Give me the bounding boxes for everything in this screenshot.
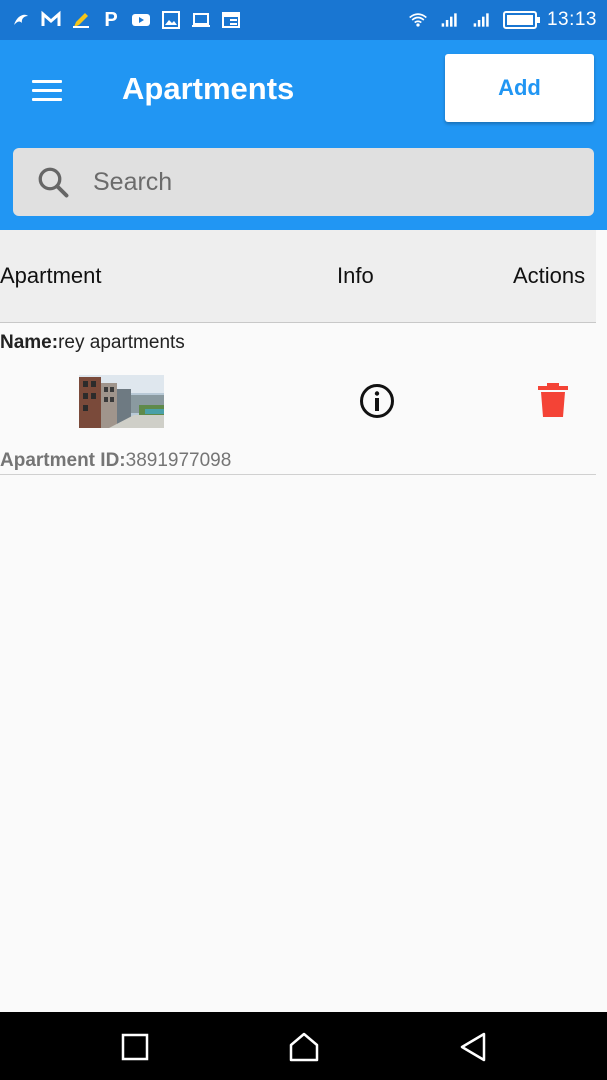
laptop-icon xyxy=(190,9,212,31)
search-icon xyxy=(38,167,69,198)
info-icon[interactable] xyxy=(358,382,396,420)
add-button[interactable]: Add xyxy=(445,54,594,122)
home-icon[interactable] xyxy=(287,1030,321,1064)
apartment-thumbnail[interactable] xyxy=(79,375,164,428)
apartment-id-value: 3891977098 xyxy=(125,450,232,471)
status-time: 13:13 xyxy=(546,9,597,30)
recents-icon[interactable] xyxy=(118,1030,152,1064)
swift-icon xyxy=(10,9,32,31)
column-header-apartment: Apartment xyxy=(0,263,102,288)
menu-button[interactable] xyxy=(24,70,72,110)
apartment-id-label: Apartment ID: xyxy=(0,450,126,471)
navigation-bar xyxy=(0,1012,607,1080)
battery-icon xyxy=(502,11,540,29)
wifi-icon xyxy=(407,9,429,31)
page-title: Apartments xyxy=(122,71,295,106)
gallery-icon xyxy=(160,9,182,31)
apartment-name-label: Name: xyxy=(0,332,59,353)
signal-icon xyxy=(439,9,461,31)
signal-icon xyxy=(471,9,493,31)
notification-icons: P xyxy=(10,9,242,31)
search-bar[interactable] xyxy=(13,148,594,216)
pencil-icon xyxy=(70,9,92,31)
table-row: Name:rey apartments Apartment ID:3891977… xyxy=(0,323,596,475)
system-status: 13:13 xyxy=(407,9,597,31)
delete-icon[interactable] xyxy=(538,383,568,417)
status-bar: P 13:13 xyxy=(0,0,607,40)
apartment-id: Apartment ID:3891977098 xyxy=(0,450,231,472)
apartment-name-value: rey apartments xyxy=(58,332,185,353)
apartment-name: Name:rey apartments xyxy=(0,332,185,354)
column-header-actions: Actions xyxy=(513,263,586,288)
browser-icon xyxy=(220,9,242,31)
gmail-icon xyxy=(40,9,62,31)
youtube-icon xyxy=(130,9,152,31)
table-header: Apartment Info Actions xyxy=(0,230,596,323)
column-header-info: Info xyxy=(337,263,374,288)
back-icon[interactable] xyxy=(456,1030,490,1064)
app-bar: Apartments Add xyxy=(0,40,607,230)
paytm-icon: P xyxy=(104,9,118,31)
search-input[interactable] xyxy=(93,167,553,197)
menu-icon xyxy=(32,79,62,83)
